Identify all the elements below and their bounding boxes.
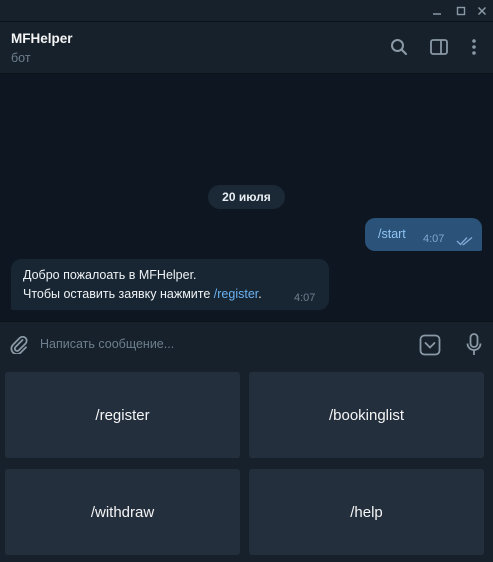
window-titlebar [0, 0, 493, 22]
chat-title: MFHelper [11, 31, 73, 46]
double-check-icon [456, 233, 474, 251]
message-text: /start [378, 227, 406, 241]
message-text-line-1: Добро пожалоать в MFHelper. [23, 268, 197, 282]
bot-keyboard: /register /bookinglist /withdraw /help [0, 366, 493, 562]
keyboard-toggle-icon[interactable] [418, 333, 442, 357]
message-time: 4:07 [294, 292, 316, 304]
message-time: 4:07 [423, 233, 445, 245]
maximize-icon[interactable] [451, 2, 471, 20]
help-button[interactable]: /help [249, 469, 484, 555]
incoming-message[interactable]: Добро пожалоать в MFHelper. Чтобы остави… [11, 259, 329, 310]
message-text-prefix: Чтобы оставить заявку нажмите [23, 287, 214, 301]
close-icon[interactable] [472, 2, 492, 20]
sidebar-toggle-icon[interactable] [428, 36, 450, 58]
message-text-line-2: Чтобы оставить заявку нажмите /register. [23, 287, 262, 301]
message-input[interactable] [40, 332, 400, 356]
chat-subtitle: бот [11, 51, 31, 65]
message-text-suffix: . [258, 287, 262, 301]
message-composer [0, 321, 493, 366]
date-separator: 20 июля [208, 185, 285, 209]
register-command-link[interactable]: /register [214, 287, 258, 301]
register-button[interactable]: /register [5, 372, 240, 458]
message-list[interactable]: 20 июля /start 4:07 Добро пожалоать в MF… [0, 75, 493, 321]
bookinglist-button[interactable]: /bookinglist [249, 372, 484, 458]
attach-icon[interactable] [8, 333, 30, 355]
search-icon[interactable] [388, 36, 410, 58]
withdraw-button[interactable]: /withdraw [5, 469, 240, 555]
microphone-icon[interactable] [463, 332, 485, 358]
outgoing-message[interactable]: /start 4:07 [365, 218, 482, 251]
chat-header[interactable]: MFHelper бот [0, 22, 493, 74]
more-vertical-icon[interactable] [463, 36, 485, 58]
minimize-icon[interactable] [427, 2, 447, 20]
